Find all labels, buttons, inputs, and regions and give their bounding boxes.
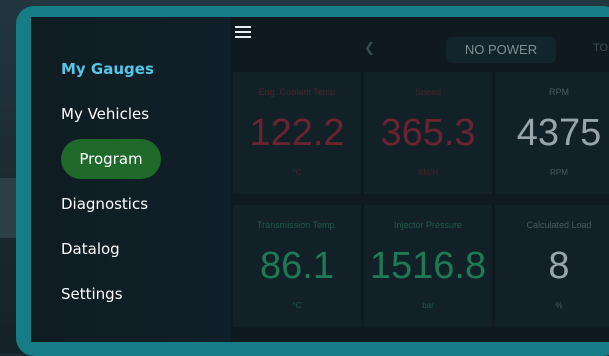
next-mode-label[interactable]: TO xyxy=(593,42,608,54)
gauge-unit: bar xyxy=(422,301,434,310)
chevron-left-icon[interactable]: ❮ xyxy=(364,41,375,56)
gauge-value: 8 xyxy=(548,245,570,287)
gauge-label: Speed xyxy=(414,87,442,97)
gauge-label: Injector Pressure xyxy=(393,220,463,230)
gauge-unit: RPM xyxy=(550,168,568,177)
gauge-rpm[interactable]: RPM 4375 RPM xyxy=(495,72,609,194)
gauge-value: 4375 xyxy=(516,112,602,154)
gauge-injector-pressure[interactable]: Injector Pressure 1516.8 bar xyxy=(364,205,492,327)
sidebar: My Gauges My Vehicles Program Diagnostic… xyxy=(31,17,231,342)
sidebar-item-datalog[interactable]: Datalog xyxy=(61,229,120,269)
gauge-unit: °C xyxy=(292,301,302,310)
gauge-label: Calculated Load xyxy=(526,220,592,230)
sidebar-item-settings[interactable]: Settings xyxy=(61,274,123,314)
gauge-unit: % xyxy=(555,301,563,310)
sidebar-item-my-vehicles[interactable]: My Vehicles xyxy=(61,94,149,134)
sidebar-item-my-gauges[interactable]: My Gauges xyxy=(61,49,154,89)
gauge-speed[interactable]: Speed 365.3 KM/H xyxy=(364,72,492,194)
gauge-label: Transmission Temp. xyxy=(256,220,338,230)
gauge-calculated-load[interactable]: Calculated Load 8 % xyxy=(495,205,609,327)
sidebar-item-program[interactable]: Program xyxy=(61,139,161,179)
mode-label[interactable]: NO POWER xyxy=(446,37,556,63)
sidebar-item-diagnostics[interactable]: Diagnostics xyxy=(61,184,148,224)
gauge-coolant-temp[interactable]: Eng. Coolant Temp 122.2 °C xyxy=(233,72,361,194)
device-screen: My Gauges My Vehicles Program Diagnostic… xyxy=(31,17,609,342)
gauge-label: RPM xyxy=(549,87,569,97)
gauge-unit: °C xyxy=(292,168,302,177)
gauge-label: Eng. Coolant Temp xyxy=(258,87,336,97)
mode-selector: ❮ NO POWER TO xyxy=(231,37,609,67)
gauge-transmission-temp[interactable]: Transmission Temp. 86.1 °C xyxy=(233,205,361,327)
gauge-unit: KM/H xyxy=(418,168,438,177)
